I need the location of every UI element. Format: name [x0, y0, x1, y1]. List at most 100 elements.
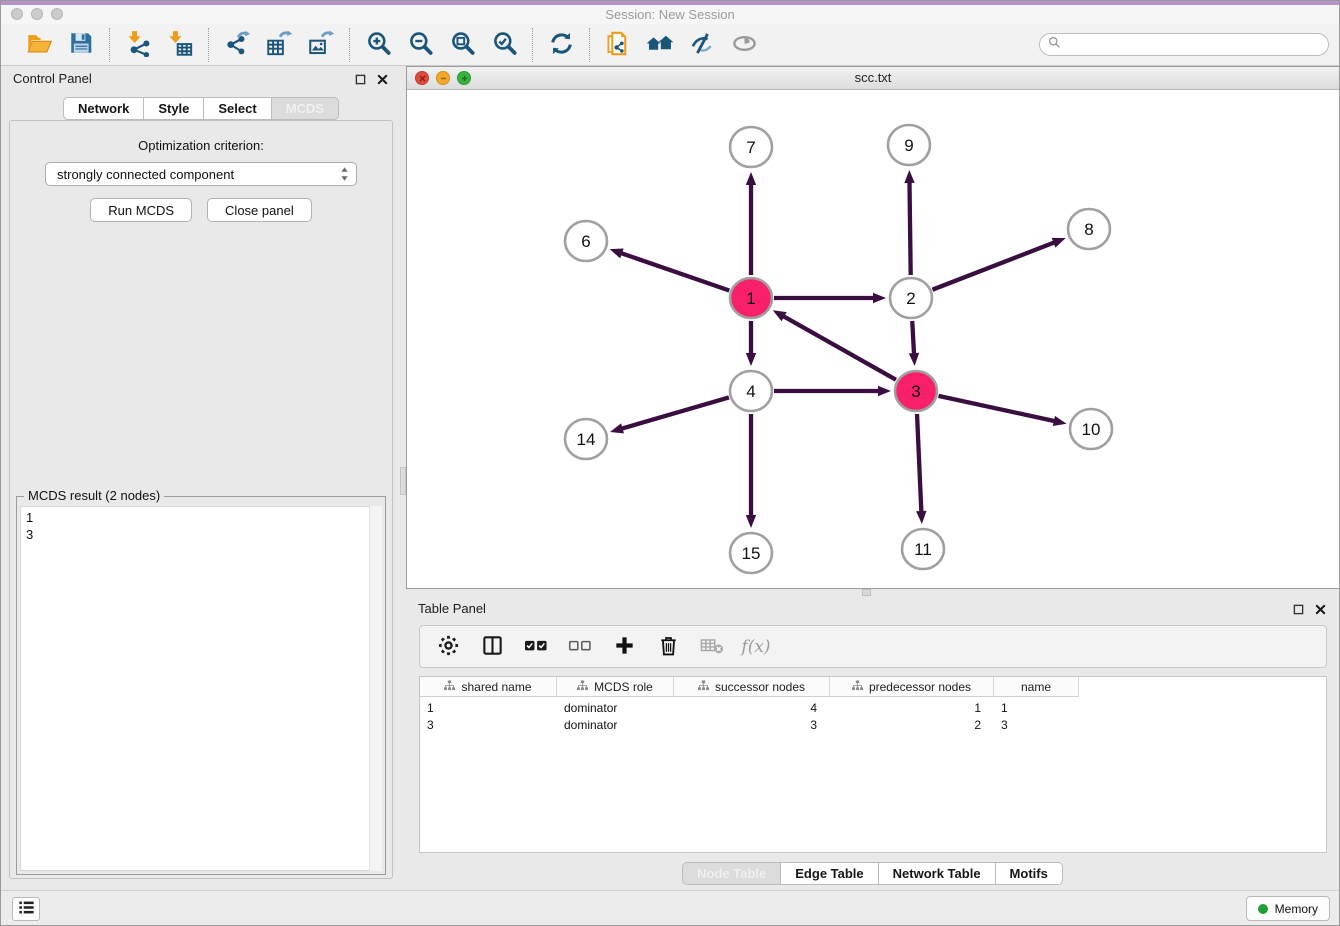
- tab-style[interactable]: Style: [144, 97, 204, 120]
- minimize-window-button[interactable]: [31, 8, 43, 20]
- memory-button[interactable]: Memory: [1246, 896, 1330, 921]
- table-cell[interactable]: dominator: [557, 717, 674, 733]
- close-panel-button[interactable]: Close panel: [207, 198, 312, 222]
- table-cell[interactable]: 3: [420, 717, 557, 733]
- tab-select[interactable]: Select: [204, 97, 271, 120]
- column-header-shared-name[interactable]: shared name: [420, 677, 557, 697]
- add-column-button[interactable]: [611, 634, 637, 660]
- graph-node-8[interactable]: 8: [1068, 209, 1110, 249]
- graph-node-1[interactable]: 1: [730, 278, 772, 318]
- zoom-selected-button[interactable]: [489, 30, 519, 60]
- export-table-button[interactable]: [264, 30, 294, 60]
- delete-table-button[interactable]: [699, 634, 725, 660]
- delete-column-button[interactable]: [655, 634, 681, 660]
- import-table-button[interactable]: [165, 30, 195, 60]
- graph-node-3[interactable]: 3: [895, 371, 937, 411]
- table-row[interactable]: 1dominator411: [420, 700, 1326, 716]
- refresh-button[interactable]: [546, 30, 576, 60]
- home-layout-button[interactable]: [645, 30, 675, 60]
- result-scrollbar[interactable]: [369, 506, 382, 871]
- tab-edge-table[interactable]: Edge Table: [781, 862, 878, 885]
- hide-graphics-details-button[interactable]: [687, 30, 717, 60]
- vertical-splitter-handle[interactable]: [400, 467, 406, 495]
- table-row[interactable]: 3dominator323: [420, 717, 1326, 733]
- task-history-button[interactable]: [12, 897, 40, 921]
- horizontal-splitter-handle[interactable]: [862, 589, 871, 596]
- graph-node-11[interactable]: 11: [902, 529, 944, 569]
- duplicate-network-button[interactable]: [603, 30, 633, 60]
- select-all-icon: [524, 634, 548, 659]
- show-graphics-details-button[interactable]: [729, 30, 759, 60]
- maximize-window-button[interactable]: [51, 8, 63, 20]
- split-columns-button[interactable]: [479, 634, 505, 660]
- table-cell[interactable]: 1: [420, 700, 557, 716]
- export-image-button[interactable]: [306, 30, 336, 60]
- edge-2-8[interactable]: [932, 242, 1055, 290]
- search-box[interactable]: [1039, 33, 1329, 56]
- table-cell[interactable]: 3: [674, 717, 830, 733]
- zoom-fit-button[interactable]: [447, 30, 477, 60]
- table-cell[interactable]: 3: [994, 717, 1079, 733]
- tab-node-table[interactable]: Node Table: [682, 862, 781, 885]
- edge-2-3[interactable]: [912, 321, 914, 355]
- select-all-button[interactable]: [523, 634, 549, 660]
- edge-3-1[interactable]: [782, 316, 896, 380]
- edge-4-14[interactable]: [621, 397, 729, 429]
- zoom-in-button[interactable]: [363, 30, 393, 60]
- graph-node-14[interactable]: 14: [565, 419, 607, 459]
- tab-network[interactable]: Network: [63, 97, 144, 120]
- close-table-panel-icon[interactable]: [1315, 604, 1326, 615]
- deselect-all-button[interactable]: [567, 634, 593, 660]
- float-table-panel-icon[interactable]: [1293, 604, 1304, 615]
- gear-button[interactable]: [435, 634, 461, 660]
- column-header-MCDS-role[interactable]: MCDS role: [557, 677, 674, 697]
- save-session-button[interactable]: [66, 30, 96, 60]
- add-column-icon: [613, 634, 636, 660]
- graph-node-15[interactable]: 15: [730, 533, 772, 573]
- graph-node-4[interactable]: 4: [730, 371, 772, 411]
- graph-node-6[interactable]: 6: [565, 221, 607, 261]
- graph-node-10[interactable]: 10: [1070, 409, 1112, 449]
- tab-mcds[interactable]: MCDS: [272, 97, 339, 120]
- optimization-criterion-value: strongly connected component: [57, 167, 234, 182]
- table-toolbar: f(x): [419, 625, 1327, 668]
- svg-text:4: 4: [746, 382, 755, 401]
- import-network-button[interactable]: [123, 30, 153, 60]
- network-close-button[interactable]: [415, 71, 429, 85]
- open-session-button[interactable]: [24, 30, 54, 60]
- export-network-button[interactable]: [222, 30, 252, 60]
- tab-network-table[interactable]: Network Table: [879, 862, 996, 885]
- mcds-result-textarea[interactable]: 1 3: [20, 506, 382, 871]
- node-table[interactable]: shared nameMCDS rolesuccessor nodesprede…: [419, 676, 1327, 853]
- column-header-name[interactable]: name: [994, 677, 1079, 697]
- table-cell[interactable]: 1: [830, 700, 994, 716]
- graph-node-9[interactable]: 9: [888, 125, 930, 165]
- network-minimize-button[interactable]: [436, 71, 450, 85]
- tab-motifs[interactable]: Motifs: [996, 862, 1063, 885]
- table-cell[interactable]: 4: [674, 700, 830, 716]
- table-cell[interactable]: 1: [994, 700, 1079, 716]
- graph-node-7[interactable]: 7: [730, 127, 772, 167]
- network-maximize-button[interactable]: [457, 71, 471, 85]
- table-body: 1dominator4113dominator323: [420, 697, 1326, 733]
- function-builder-button[interactable]: f(x): [743, 634, 769, 660]
- column-header-successor-nodes[interactable]: successor nodes: [674, 677, 830, 697]
- edge-3-10[interactable]: [938, 396, 1055, 421]
- close-window-button[interactable]: [11, 8, 23, 20]
- table-cell[interactable]: dominator: [557, 700, 674, 716]
- optimization-criterion-select[interactable]: strongly connected component: [45, 162, 357, 186]
- graph-node-2[interactable]: 2: [890, 278, 932, 318]
- float-panel-icon[interactable]: [355, 74, 366, 85]
- edge-2-9[interactable]: [909, 181, 910, 275]
- edge-3-11[interactable]: [917, 414, 921, 513]
- network-window-titlebar[interactable]: scc.txt: [407, 67, 1339, 90]
- close-panel-icon[interactable]: [377, 74, 388, 85]
- table-cell[interactable]: 2: [830, 717, 994, 733]
- run-mcds-button[interactable]: Run MCDS: [90, 198, 192, 222]
- edge-arrowhead: [610, 248, 624, 258]
- column-header-predecessor-nodes[interactable]: predecessor nodes: [830, 677, 994, 697]
- zoom-out-button[interactable]: [405, 30, 435, 60]
- search-input[interactable]: [1066, 38, 1320, 52]
- network-canvas[interactable]: 1 2 3 4 6 7 8 9 10 11 14 15: [407, 90, 1339, 588]
- edge-1-6[interactable]: [620, 253, 729, 291]
